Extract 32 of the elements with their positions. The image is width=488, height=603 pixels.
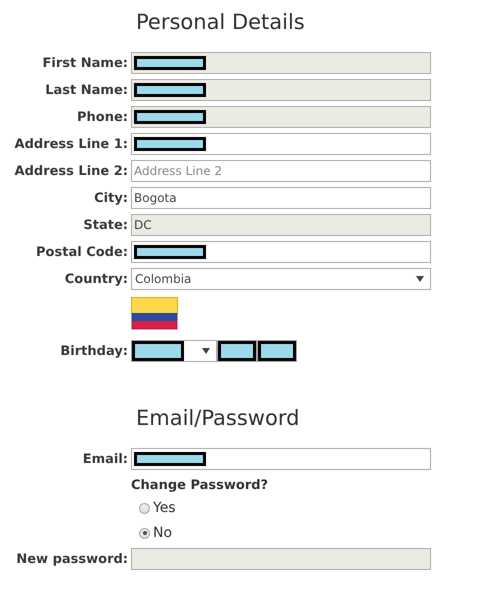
field-label: Country: bbox=[64, 272, 128, 286]
field-label: State: bbox=[82, 218, 128, 232]
field-label: Birthday: bbox=[59, 344, 128, 358]
input-field[interactable] bbox=[131, 133, 431, 155]
field-label: City: bbox=[93, 190, 128, 206]
field-label: Last Name: bbox=[44, 82, 128, 98]
caret-icon bbox=[202, 348, 210, 354]
input-field[interactable] bbox=[131, 241, 431, 263]
caret-icon bbox=[416, 276, 424, 282]
radio-label[interactable]: Yes bbox=[153, 500, 176, 516]
radio-button[interactable] bbox=[139, 502, 150, 514]
field-value: Bogota bbox=[134, 191, 177, 205]
section-title: Personal Details bbox=[136, 10, 306, 34]
question-label: Change Password? bbox=[131, 478, 268, 493]
radio-button[interactable] bbox=[139, 528, 150, 538]
input-field[interactable]: Bogota bbox=[131, 187, 431, 209]
field-label: Phone: bbox=[76, 110, 128, 124]
field-label: Address Line 2: bbox=[14, 164, 128, 178]
flag-icon bbox=[131, 296, 178, 330]
field-label: Postal Code: bbox=[35, 244, 128, 260]
country-dropdown[interactable]: Colombia bbox=[131, 268, 431, 290]
field-label: Address Line 1: bbox=[14, 136, 128, 152]
field-label: New password: bbox=[15, 552, 128, 566]
field-label: First Name: bbox=[42, 56, 128, 70]
input-field[interactable] bbox=[131, 448, 431, 470]
section-title: Email/Password bbox=[136, 406, 300, 430]
radio-label[interactable]: No bbox=[153, 525, 172, 541]
dropdown[interactable] bbox=[131, 340, 217, 362]
field-value: DC bbox=[134, 218, 152, 232]
input-field[interactable]: Address Line 2 bbox=[131, 160, 431, 182]
field-placeholder: Address Line 2 bbox=[134, 164, 222, 178]
field-label: Email: bbox=[82, 452, 128, 466]
